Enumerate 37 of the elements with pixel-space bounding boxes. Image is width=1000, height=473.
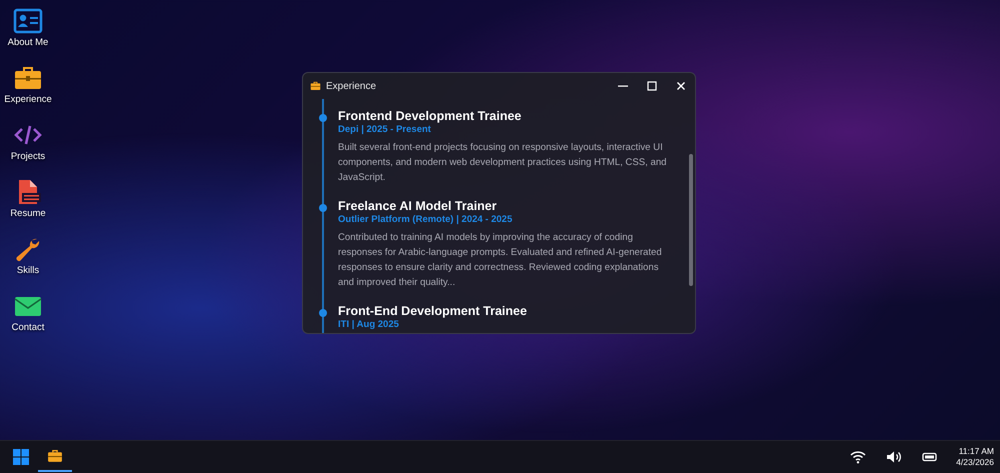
desktop-shortcut[interactable]: Contact — [0, 293, 56, 333]
desktop-shortcut[interactable]: Projects — [0, 122, 56, 162]
timeline-dot — [319, 309, 327, 317]
shortcut-label: Skills — [16, 265, 40, 276]
clock-time: 11:17 AM — [958, 446, 994, 457]
scrollbar-thumb[interactable] — [689, 154, 693, 286]
maximize-icon — [646, 81, 656, 91]
job-description: Contributed to training AI models by improving the accuracy of coding responses for Arabic-language prompts. Evaluated and refined AI-generated responses to ensure clarity and correctness. Reviewed coding explanations and improved their quality... — [338, 231, 663, 290]
contact-card-icon — [13, 8, 43, 34]
desktop-shortcut[interactable]: Resume — [0, 179, 56, 219]
timeline-dot — [319, 114, 327, 122]
job-meta: ITI | Aug 2025 — [338, 319, 400, 330]
clock-date: 4/23/2026 — [956, 457, 994, 468]
desktop-shortcut[interactable]: About Me — [0, 8, 56, 48]
shortcut-label: Resume — [10, 208, 46, 219]
wifi-icon[interactable] — [850, 450, 866, 464]
briefcase-icon — [13, 65, 43, 91]
job-meta: Outlier Platform (Remote) | 2024 - 2025 — [338, 214, 514, 225]
shortcut-label: Contact — [12, 322, 44, 333]
window-title: Experience — [326, 80, 376, 92]
windows-icon — [13, 449, 29, 465]
job-meta: Depi | 2025 - Present — [338, 124, 432, 135]
shortcut-label: Projects — [10, 151, 46, 162]
volume-icon[interactable] — [886, 450, 902, 464]
shortcut-label: About Me — [8, 37, 48, 48]
desktop-shortcut[interactable]: Skills — [0, 236, 56, 276]
battery-icon[interactable] — [922, 450, 938, 464]
job-title: Freelance AI Model Trainer — [338, 199, 498, 213]
job-title: Frontend Development Trainee — [338, 109, 522, 123]
timeline-dot — [319, 204, 327, 212]
shortcut-label: Experience — [4, 94, 52, 105]
job-description: Built several front-end projects focusing on responsive layouts, interactive UI components, and modern web development practices using HTML, CSS, and JavaScript. — [338, 141, 668, 185]
close-icon — [676, 81, 686, 91]
desktop-shortcut[interactable]: Experience — [0, 65, 56, 105]
briefcase-icon — [310, 81, 321, 91]
briefcase-icon — [47, 449, 63, 463]
job-title: Front-End Development Trainee — [338, 304, 528, 318]
